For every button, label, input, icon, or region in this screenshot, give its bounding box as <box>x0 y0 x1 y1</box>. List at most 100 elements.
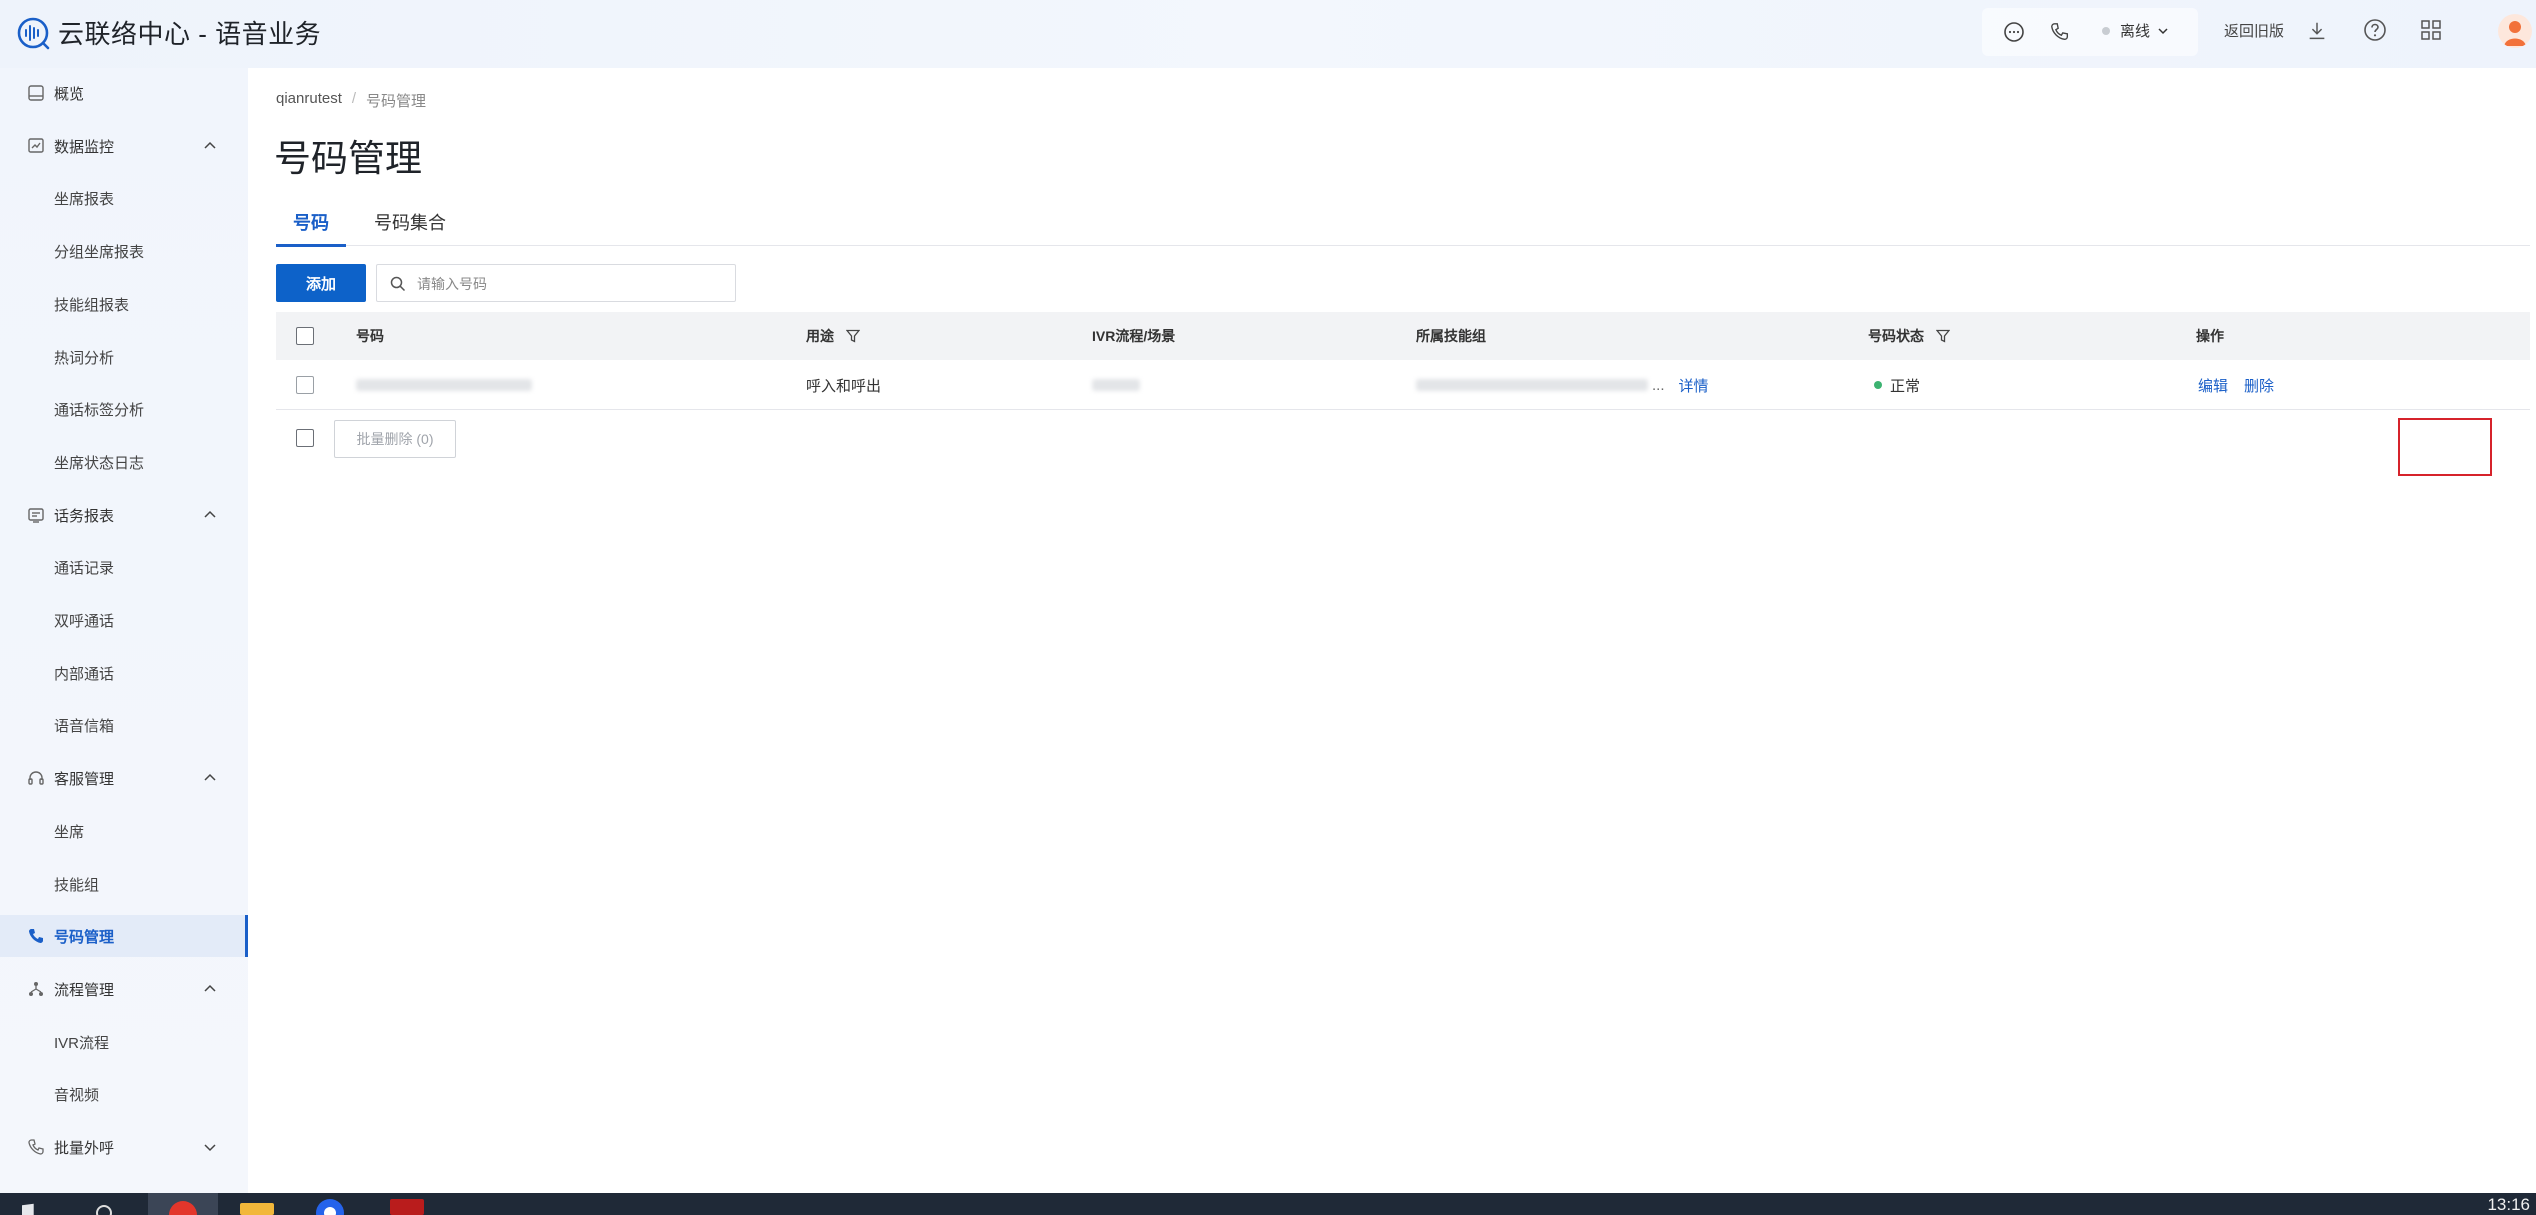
sidebar-item-5[interactable]: 热词分析 <box>0 336 248 378</box>
taskbar-clock: 13:16 <box>2487 1195 2530 1214</box>
edit-link[interactable]: 编辑 <box>2198 375 2228 396</box>
phone-icon[interactable] <box>2046 18 2074 46</box>
app-title: 云联络中心 - 语音业务 <box>58 19 322 49</box>
cell-actions: 编辑 删除 <box>2198 360 2274 410</box>
cell-number <box>356 360 532 410</box>
tab-number-collections[interactable]: 号码集合 <box>360 198 460 246</box>
apps-grid-icon[interactable] <box>2416 15 2446 45</box>
legacy-version-link[interactable]: 返回旧版 <box>2224 20 2284 41</box>
agent-status-select[interactable]: 离线 <box>2102 20 2170 41</box>
sidebar-item-label: 数据监控 <box>54 138 115 156</box>
sidebar-item-6[interactable]: 通话标签分析 <box>0 388 248 430</box>
column-status-label: 号码状态 <box>1868 328 1924 344</box>
folder-icon[interactable] <box>240 1203 274 1215</box>
breadcrumb-separator: / <box>351 90 357 107</box>
taskbar-active-app[interactable] <box>148 1193 218 1215</box>
sidebar-item-19[interactable]: 音视频 <box>0 1073 248 1115</box>
sidebar-item-label: IVR流程 <box>54 1034 110 1052</box>
sidebar-item-17[interactable]: 流程管理 <box>0 968 248 1010</box>
download-icon[interactable] <box>2302 16 2332 46</box>
breadcrumb-current: 号码管理 <box>366 93 427 110</box>
overview-icon <box>26 83 46 103</box>
sidebar-item-label: 内部通话 <box>54 665 115 683</box>
chevron-up-icon[interactable] <box>200 505 220 525</box>
number-search-input[interactable] <box>417 271 727 297</box>
os-taskbar: 13:16 <box>0 1193 2536 1215</box>
search-taskbar-icon[interactable] <box>92 1201 118 1215</box>
column-ivr-flow: IVR流程/场景 <box>1092 328 1176 344</box>
chevron-up-icon[interactable] <box>200 136 220 156</box>
column-usage-label: 用途 <box>806 328 834 344</box>
cell-skill-group: ... 详情 <box>1416 360 1709 410</box>
flow-icon <box>26 979 46 999</box>
row-checkbox[interactable] <box>296 376 314 394</box>
bulk-delete-button[interactable]: 批量删除 (0) <box>334 420 456 458</box>
status-dot <box>2102 26 2110 35</box>
bulk-select-checkbox[interactable] <box>296 429 314 447</box>
batch-call-icon <box>26 1137 46 1157</box>
sidebar-item-label: 概览 <box>54 85 85 103</box>
skill-group-detail-link[interactable]: 详情 <box>1679 375 1709 396</box>
sidebar-item-7[interactable]: 坐席状态日志 <box>0 441 248 483</box>
sidebar-item-8[interactable]: 话务报表 <box>0 494 248 536</box>
sidebar-item-label: 通话记录 <box>54 559 115 577</box>
sidebar-item-1[interactable]: 数据监控 <box>0 125 248 167</box>
filter-icon[interactable] <box>1936 329 1950 343</box>
monitor-icon <box>26 136 46 156</box>
cell-number-status: 正常 <box>1874 360 1920 410</box>
sidebar-item-13[interactable]: 客服管理 <box>0 757 248 799</box>
status-text: 正常 <box>1890 377 1921 395</box>
breadcrumb-root[interactable]: qianrutest <box>276 90 342 111</box>
help-icon[interactable] <box>2360 15 2390 45</box>
browser-icon[interactable] <box>312 1195 348 1215</box>
table-row: 呼入和呼出 ... 详情 正常 编辑 删除 <box>276 360 2530 410</box>
select-all-checkbox[interactable] <box>296 327 314 345</box>
column-actions: 操作 <box>2196 328 2224 344</box>
chevron-up-icon[interactable] <box>200 768 220 788</box>
tab-numbers[interactable]: 号码 <box>276 198 346 247</box>
sidebar-item-12[interactable]: 语音信箱 <box>0 704 248 746</box>
sidebar-item-label: 分组坐席报表 <box>54 243 145 261</box>
sidebar-item-10[interactable]: 双呼通话 <box>0 599 248 641</box>
phone-icon <box>26 926 46 946</box>
brand[interactable]: 云联络中心 - 语音业务 <box>16 14 321 51</box>
truncation-ellipsis: ... <box>1652 376 1665 394</box>
headset-icon <box>26 768 46 788</box>
sidebar-item-11[interactable]: 内部通话 <box>0 652 248 694</box>
top-header: 云联络中心 - 语音业务 离线 返回旧版 <box>0 0 2536 68</box>
start-menu-icon[interactable] <box>22 1203 34 1215</box>
chevron-down-icon[interactable] <box>200 1137 220 1157</box>
sidebar-item-15[interactable]: 技能组 <box>0 863 248 905</box>
sidebar-item-18[interactable]: IVR流程 <box>0 1021 248 1063</box>
sidebar-item-16[interactable]: 号码管理 <box>0 915 248 957</box>
page-title: 号码管理 <box>274 138 422 179</box>
user-avatar[interactable] <box>2498 14 2532 48</box>
column-usage: 用途 <box>806 312 860 360</box>
sidebar-item-label: 批量外呼 <box>54 1139 115 1157</box>
sidebar-item-0[interactable]: 概览 <box>0 72 248 114</box>
sidebar-item-14[interactable]: 坐席 <box>0 810 248 852</box>
sidebar-item-4[interactable]: 技能组报表 <box>0 283 248 325</box>
report-icon <box>26 505 46 525</box>
sidebar-item-9[interactable]: 通话记录 <box>0 546 248 588</box>
sidebar-item-20[interactable]: 批量外呼 <box>0 1126 248 1168</box>
sidebar-item-label: 客服管理 <box>54 770 115 788</box>
sidebar-item-2[interactable]: 坐席报表 <box>0 177 248 219</box>
bulk-actions: 批量删除 (0) <box>276 410 2530 464</box>
sidebar-item-label: 热词分析 <box>54 349 115 367</box>
chevron-down-icon <box>2158 27 2168 34</box>
filter-icon[interactable] <box>846 329 860 343</box>
sidebar-item-label: 号码管理 <box>54 928 115 946</box>
sidebar-item-3[interactable]: 分组坐席报表 <box>0 230 248 272</box>
delete-link[interactable]: 删除 <box>2244 375 2274 396</box>
chat-icon[interactable] <box>2000 18 2028 46</box>
pdf-app-icon[interactable] <box>390 1199 424 1215</box>
chevron-up-icon[interactable] <box>200 979 220 999</box>
sidebar-item-label: 双呼通话 <box>54 612 115 630</box>
sidebar-item-label: 语音信箱 <box>54 717 115 735</box>
sidebar-item-label: 流程管理 <box>54 981 115 999</box>
status-ok-dot <box>1874 381 1882 389</box>
redacted-ivr-flow <box>1092 379 1140 391</box>
column-number: 号码 <box>356 328 384 344</box>
add-button[interactable]: 添加 <box>276 264 366 302</box>
